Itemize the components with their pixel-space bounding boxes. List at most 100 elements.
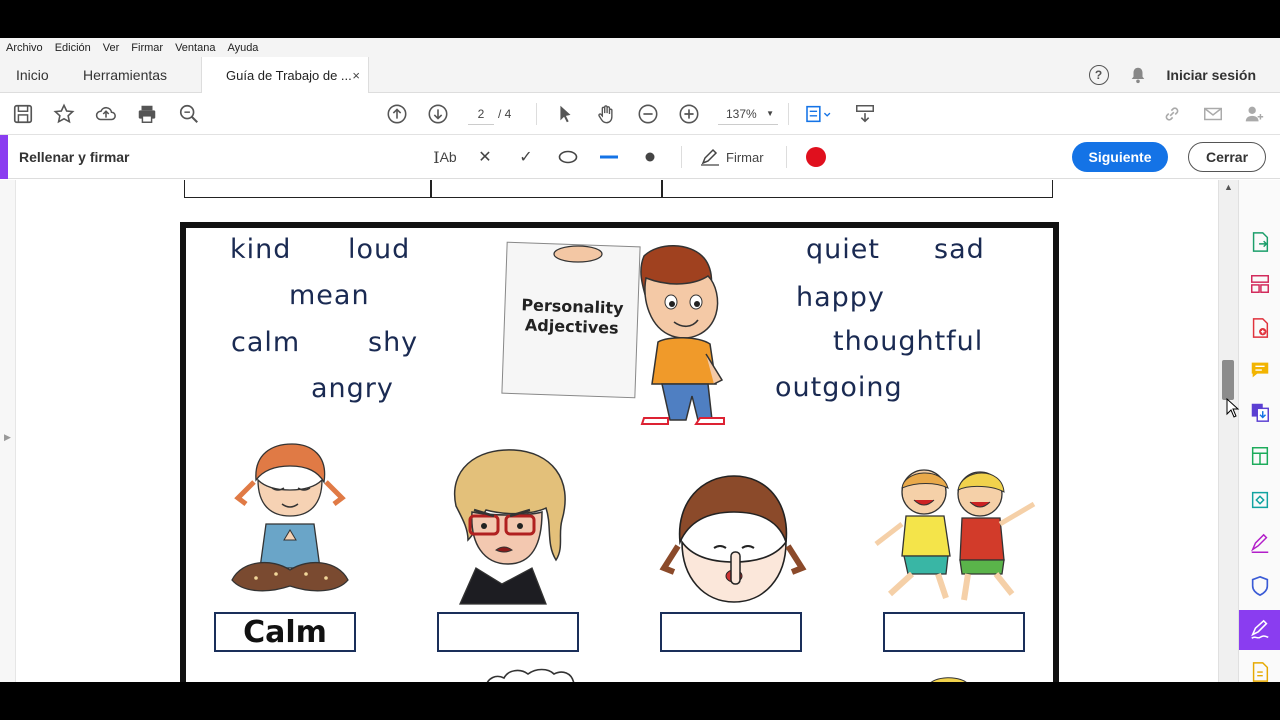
save-icon[interactable] xyxy=(11,102,35,126)
share-user-icon[interactable] xyxy=(1242,102,1266,126)
word-quiet: quiet xyxy=(806,234,880,265)
angry-woman-illustration xyxy=(453,449,566,605)
zoom-in-icon[interactable] xyxy=(677,102,701,126)
cross-mark-icon[interactable]: ✕ xyxy=(476,145,494,169)
page-number-input[interactable]: 2 xyxy=(468,103,494,125)
dot-shape-icon[interactable] xyxy=(642,145,658,169)
comment-icon[interactable] xyxy=(1248,358,1272,382)
left-panel-collapsed[interactable]: ▶ xyxy=(0,180,16,682)
tab-herramientas[interactable]: Herramientas xyxy=(83,57,167,93)
tabbar-right: ? Iniciar sesión xyxy=(1088,57,1256,93)
next-page-icon[interactable] xyxy=(426,102,450,126)
page-total: / 4 xyxy=(498,107,512,121)
menu-ver[interactable]: Ver xyxy=(103,42,120,54)
fillbar-divider xyxy=(786,146,787,168)
zoom-out-icon[interactable] xyxy=(636,102,660,126)
circle-shape-icon[interactable] xyxy=(557,145,579,169)
fill-sign-toolbar: Rellenar y firmar I Ab ✕ ✓ Firmar Siguien… xyxy=(0,135,1280,179)
boy-illustration xyxy=(553,245,725,425)
menu-archivo[interactable]: Archivo xyxy=(6,42,43,54)
answer-box-2[interactable] xyxy=(437,612,579,652)
worksheet: kind loud quiet sad mean happy calm shy … xyxy=(180,222,1059,682)
vertical-scrollbar[interactable]: ▲ xyxy=(1218,180,1238,682)
scroll-thumb[interactable] xyxy=(1222,360,1234,400)
document-viewport[interactable]: ▶ kind loud quiet sad mean happy calm sh… xyxy=(0,180,1218,682)
pen-sign-icon xyxy=(701,148,719,166)
chevron-down-icon: ▼ xyxy=(766,109,774,118)
fillbar-divider xyxy=(681,146,682,168)
protect-icon[interactable] xyxy=(1248,574,1272,598)
export-pdf-icon[interactable] xyxy=(1248,230,1272,254)
line-shape-icon[interactable] xyxy=(598,145,620,169)
word-loud: loud xyxy=(348,234,411,265)
edit-pdf-icon[interactable] xyxy=(1248,444,1272,468)
zoom-search-icon[interactable] xyxy=(177,102,201,126)
acrobat-window: Archivo Edición Ver Firmar Ventana Ayuda… xyxy=(0,38,1280,682)
menu-ventana[interactable]: Ventana xyxy=(175,42,215,54)
scan-ocr-icon[interactable] xyxy=(1248,488,1272,512)
happy-kids-illustration xyxy=(874,469,1036,601)
ink-color-swatch[interactable] xyxy=(805,146,827,168)
close-tab-icon[interactable]: × xyxy=(352,68,360,83)
next-button[interactable]: Siguiente xyxy=(1072,142,1168,172)
word-sad: sad xyxy=(934,234,985,265)
answer-box-1[interactable]: Calm xyxy=(214,612,356,652)
bell-icon[interactable] xyxy=(1129,66,1147,84)
word-thoughtful: thoughtful xyxy=(833,326,984,357)
shy-girl-illustration xyxy=(659,475,807,603)
toolbar-divider xyxy=(788,103,789,125)
expand-panel-icon[interactable]: ▶ xyxy=(4,432,11,443)
signin-link[interactable]: Iniciar sesión xyxy=(1167,67,1256,83)
next-illustration-fragment xyxy=(930,677,967,682)
create-pdf-icon[interactable] xyxy=(1248,316,1272,340)
zoom-level-select[interactable]: 137% ▼ xyxy=(718,103,778,125)
print-icon[interactable] xyxy=(135,102,159,126)
tab-inicio[interactable]: Inicio xyxy=(16,57,49,93)
scroll-up-icon[interactable]: ▲ xyxy=(1224,182,1233,192)
prev-page-icon[interactable] xyxy=(385,102,409,126)
combine-files-icon[interactable] xyxy=(1248,400,1272,424)
fit-page-icon[interactable] xyxy=(801,102,835,126)
word-mean: mean xyxy=(289,280,370,311)
more-tools-icon[interactable] xyxy=(1248,660,1272,682)
select-cursor-icon[interactable] xyxy=(553,102,577,126)
close-button[interactable]: Cerrar xyxy=(1188,142,1266,172)
check-mark-icon[interactable]: ✓ xyxy=(517,145,535,169)
fill-sign-accent xyxy=(0,135,8,179)
main-toolbar: 2 / 4 137% ▼ xyxy=(0,93,1280,135)
menubar: Archivo Edición Ver Firmar Ventana Ayuda xyxy=(0,38,1280,57)
star-icon[interactable] xyxy=(52,102,76,126)
word-calm: calm xyxy=(231,327,301,358)
hand-tool-icon[interactable] xyxy=(594,102,618,126)
add-text-icon[interactable]: I Ab xyxy=(430,145,460,169)
answer-box-3[interactable] xyxy=(660,612,802,652)
organize-pages-icon[interactable] xyxy=(1248,272,1272,296)
fill-sign-title: Rellenar y firmar xyxy=(19,149,130,165)
menu-firmar[interactable]: Firmar xyxy=(131,42,163,54)
tab-document[interactable]: Guía de Trabajo de ... × xyxy=(201,57,369,94)
calm-girl-illustration xyxy=(231,443,349,592)
help-icon[interactable]: ? xyxy=(1088,65,1109,85)
fill-sign-tool-icon[interactable] xyxy=(1239,610,1280,650)
sign-button[interactable]: Firmar xyxy=(700,145,764,169)
mouse-cursor-icon xyxy=(1226,398,1240,418)
sign-button-label: Firmar xyxy=(726,149,764,165)
tab-document-label: Guía de Trabajo de ... xyxy=(226,68,352,83)
word-angry: angry xyxy=(311,373,394,404)
tools-pane xyxy=(1238,180,1280,682)
letterbox-bottom xyxy=(0,682,1280,720)
word-outgoing: outgoing xyxy=(775,372,903,403)
menu-edicion[interactable]: Edición xyxy=(55,42,91,54)
word-happy: happy xyxy=(796,282,885,313)
previous-table-fragment xyxy=(184,180,1053,198)
answer-box-4[interactable] xyxy=(883,612,1025,652)
scroll-mode-icon[interactable] xyxy=(853,102,877,126)
request-signature-icon[interactable] xyxy=(1248,532,1272,556)
table-divider xyxy=(430,180,432,198)
link-icon[interactable] xyxy=(1160,102,1184,126)
cloud-upload-icon[interactable] xyxy=(94,102,118,126)
word-shy: shy xyxy=(368,327,419,358)
menu-ayuda[interactable]: Ayuda xyxy=(227,42,258,54)
email-icon[interactable] xyxy=(1201,102,1225,126)
toolbar-divider xyxy=(536,103,537,125)
